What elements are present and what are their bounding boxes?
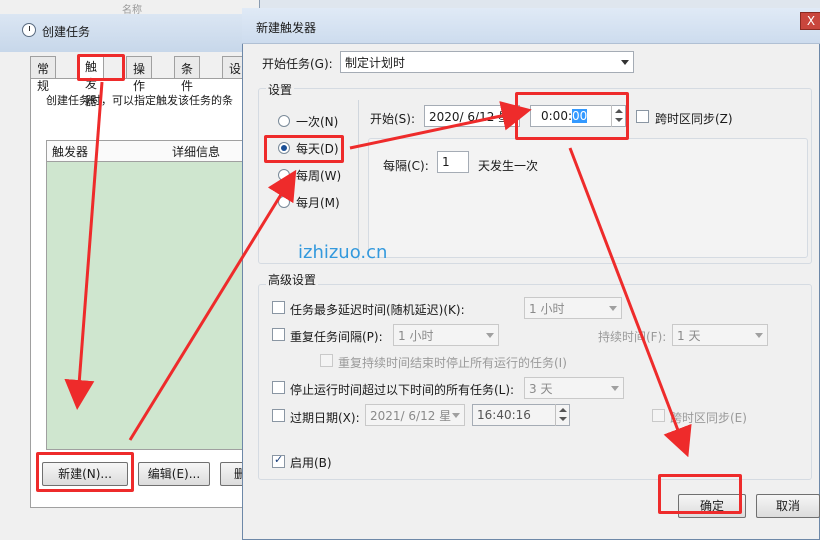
arrow-daily-to-time [349,101,532,150]
arrow-new-to-daily [128,169,297,441]
annotation-arrows [64,81,692,458]
arrow-time-to-ok [568,147,692,458]
arrow-tab-to-new [64,81,104,410]
